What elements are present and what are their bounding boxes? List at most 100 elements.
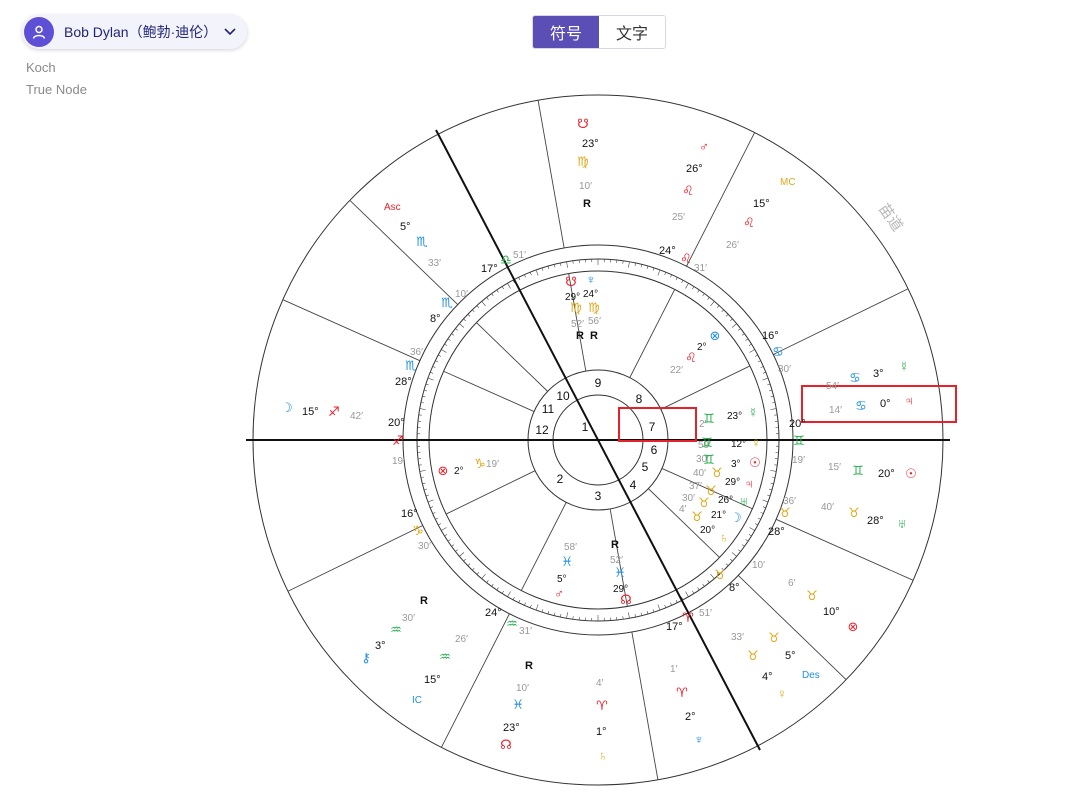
degree-tick [435, 360, 439, 363]
inner-mercury-degree: 23° [727, 411, 742, 422]
moon-icon: ☽ [281, 400, 293, 415]
degree-tick [541, 267, 544, 271]
house-number-6: 6 [651, 443, 658, 457]
outer-south-node-retro: R [583, 198, 591, 210]
degree-tick [640, 612, 643, 616]
house-number-7: 7 [649, 420, 656, 434]
degree-tick [762, 499, 769, 503]
degree-tick [731, 552, 737, 557]
capricorn-icon: ♑ [412, 523, 424, 538]
degree-tick [423, 389, 427, 392]
degree-tick [738, 549, 741, 552]
outer-jupiter-degree: 0° [880, 398, 891, 410]
degree-tick [628, 612, 630, 619]
house-number-8: 8 [636, 392, 643, 406]
degree-tick [441, 527, 447, 531]
outer-venus-minute: 1′ [670, 664, 678, 675]
pisces-icon: ♓ [561, 554, 573, 569]
house-cusp-outer-line [287, 525, 423, 592]
inner-moon-degree: 21° [711, 510, 726, 521]
cusp-9-minute: 31′ [694, 263, 707, 274]
degree-tick [455, 549, 458, 552]
house-cusp-line [476, 322, 548, 392]
inner-saturn-degree: 20° [700, 525, 715, 536]
degree-tick [566, 261, 568, 268]
degree-tick [634, 614, 636, 618]
degree-tick [447, 338, 451, 341]
degree-tick [529, 272, 532, 276]
degree-tick [770, 470, 777, 472]
chiron-icon: ⚷ [361, 650, 371, 665]
degree-tick [507, 283, 511, 289]
degree-tick [741, 333, 745, 336]
house-number-9: 9 [595, 376, 602, 390]
house-cusp-outer-line [631, 631, 659, 780]
degree-tick [762, 371, 766, 374]
degree-tick [419, 408, 426, 410]
moon-icon: ☽ [730, 510, 742, 525]
sagittarius-icon: ♐ [328, 404, 340, 419]
degree-tick [772, 402, 776, 404]
inner-venus-degree: 12° [731, 439, 746, 450]
cusp-1-minute: 19′ [392, 456, 405, 467]
asc-minute: 33′ [428, 258, 441, 269]
cusp-7-minute: 19′ [792, 455, 805, 466]
degree-tick [702, 583, 705, 587]
cusp-8-minute: 30′ [778, 364, 791, 375]
cusp-3-degree: 24° [485, 607, 502, 619]
degree-tick [770, 482, 774, 485]
leo-icon: ♌ [743, 215, 755, 230]
aries-icon: ♈ [676, 685, 688, 700]
south-node-icon: ☋ [577, 116, 589, 131]
outer-chiron-degree: 3° [375, 640, 386, 652]
degree-tick [657, 269, 661, 276]
venus-icon: ♀ [751, 435, 761, 450]
degree-tick [731, 323, 737, 328]
degree-tick [755, 523, 758, 526]
natal-chart-wheel: 1 2 3 4 5 6 7 8 9 10 11 12 苗道 Asc 5° 33′… [246, 94, 957, 786]
ic-minute: 26′ [455, 634, 468, 645]
degree-tick [770, 408, 777, 410]
mars-icon: ♂ [699, 139, 709, 154]
degree-tick [491, 293, 494, 297]
house-number-3: 3 [595, 489, 602, 503]
degree-tick [486, 580, 489, 583]
inner-neptune-retro: R [590, 330, 598, 342]
inner-neptune-degree: 24° [583, 289, 598, 300]
inner-north-node-retro: R [611, 539, 619, 551]
degree-tick [524, 274, 526, 278]
degree-tick [675, 599, 678, 603]
house-number-11: 11 [542, 402, 555, 416]
degree-tick [535, 269, 539, 276]
inner-mars-minute: 58′ [564, 542, 577, 553]
aquarius-icon: ♒ [390, 622, 402, 637]
degree-tick [760, 366, 764, 368]
house-cusp-line [629, 289, 676, 378]
cusp-7-degree: 20° [789, 418, 806, 430]
aries-icon: ♈ [682, 610, 694, 625]
north-node-icon: ☊ [500, 737, 512, 752]
mercury-icon: ☿ [748, 405, 758, 420]
outer-chiron-minute: 30′ [402, 613, 415, 624]
degree-tick [501, 590, 504, 594]
degree-tick [692, 590, 695, 594]
degree-tick [451, 333, 455, 336]
degree-tick [444, 534, 448, 537]
inner-uranus-degree: 26° [718, 495, 733, 506]
degree-tick [634, 262, 636, 266]
cancer-icon: ♋ [849, 370, 861, 385]
highlight-box-house-7 [618, 407, 697, 442]
outer-uranus-degree: 28° [867, 515, 884, 527]
south-node-icon: ☋ [565, 274, 577, 289]
pisces-icon: ♓ [512, 697, 524, 712]
degree-tick [707, 580, 710, 583]
degree-tick [427, 499, 434, 503]
house-cusp-outer-line [440, 613, 510, 748]
outer-mercury-degree: 3° [873, 368, 884, 380]
scorpio-icon: ♏ [405, 358, 417, 373]
inner-mars-degree: 5° [557, 574, 567, 585]
outer-north-node-degree: 23° [503, 722, 520, 734]
degree-tick [419, 470, 426, 472]
outer-uranus-minute: 40′ [821, 502, 834, 513]
saturn-icon: ♄ [598, 748, 608, 763]
